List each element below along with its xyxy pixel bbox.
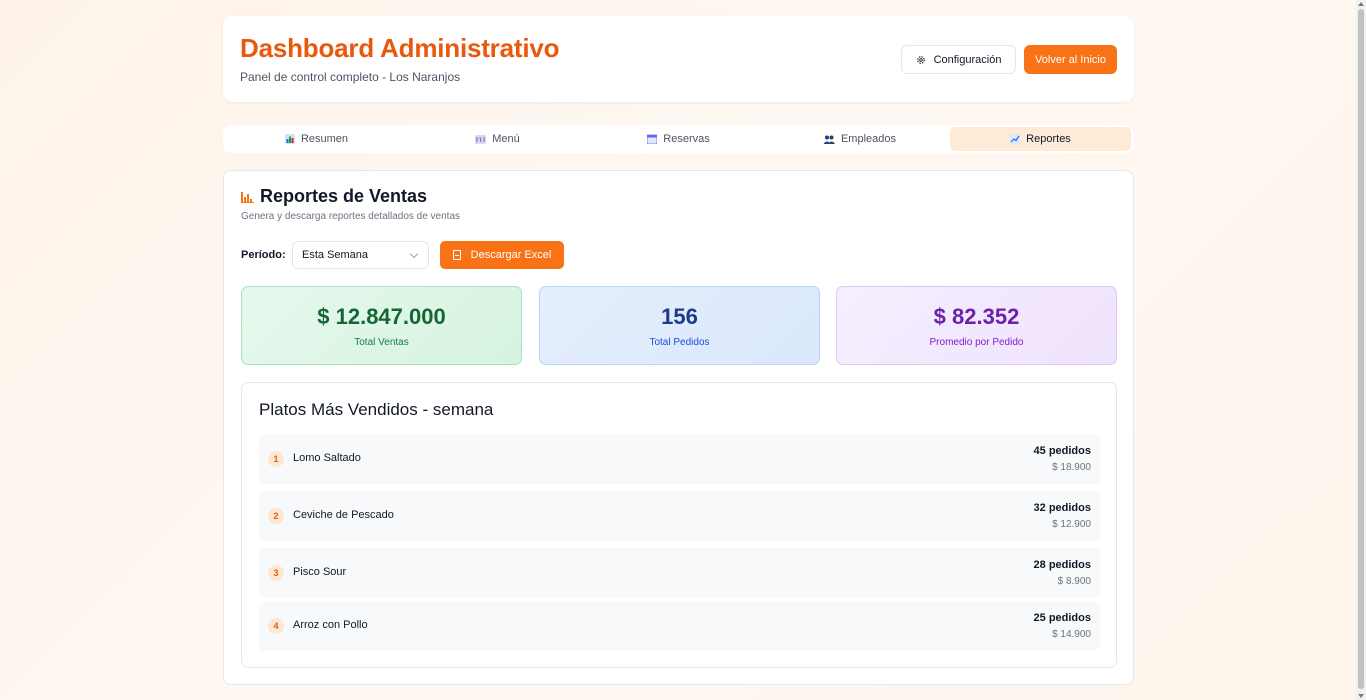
reports-description: Genera y descarga reportes detallados de… <box>241 211 461 222</box>
tab-reportes[interactable]: Reportes <box>950 127 1131 151</box>
list-item: 2 Ceviche de Pescado 32 pedidos $ 12.900 <box>259 491 1100 541</box>
tab-resumen[interactable]: Resumen <box>226 127 407 151</box>
rank-badge: 2 <box>268 508 284 524</box>
stat-label: Total Pedidos <box>649 336 710 348</box>
dish-name: Ceviche de Pescado <box>293 509 394 521</box>
home-button[interactable]: Volver al Inicio <box>1024 45 1117 74</box>
stat-label: Total Ventas <box>354 336 409 348</box>
bar-chart-icon <box>284 134 295 144</box>
download-excel-button[interactable]: Descargar Excel <box>440 241 564 269</box>
list-item: 1 Lomo Saltado 45 pedidos $ 18.900 <box>259 434 1100 484</box>
config-button-label: Configuración <box>933 53 1002 66</box>
header-card: Dashboard Administrativo Panel de contro… <box>223 16 1134 102</box>
dish-amount: $ 18.900 <box>1052 462 1091 473</box>
period-label: Período: <box>241 249 286 261</box>
tab-label: Resumen <box>300 133 349 145</box>
stat-value: $ 82.352 <box>933 303 1020 329</box>
config-button[interactable]: Configuración <box>901 45 1016 74</box>
reports-panel: Reportes de Ventas Genera y descarga rep… <box>223 170 1134 685</box>
dish-orders: 32 pedidos <box>1033 502 1091 514</box>
rank-badge: 1 <box>268 451 284 467</box>
reports-title: Reportes de Ventas <box>241 186 427 207</box>
dish-name: Pisco Sour <box>293 566 347 578</box>
stat-value: $ 12.847.000 <box>317 303 446 329</box>
dish-amount: $ 8.900 <box>1057 576 1091 587</box>
menu-icon <box>475 134 487 144</box>
dish-orders: 28 pedidos <box>1033 559 1091 571</box>
tab-label: Reportes <box>1026 133 1071 145</box>
dish-orders: 25 pedidos <box>1033 612 1091 624</box>
tab-label: Menú <box>492 133 520 145</box>
tab-label: Reservas <box>663 133 710 145</box>
dashboard-container: Dashboard Administrativo Panel de contro… <box>223 16 1134 685</box>
tab-reservas[interactable]: Reservas <box>588 127 769 151</box>
dish-name: Arroz con Pollo <box>293 619 368 631</box>
stat-label: Promedio por Pedido <box>929 336 1024 348</box>
dish-amount: $ 14.900 <box>1052 629 1091 640</box>
reports-title-text: Reportes de Ventas <box>260 186 428 206</box>
top-dishes-title: Platos Más Vendidos - semana <box>259 400 494 419</box>
trend-chart-icon <box>1010 134 1021 144</box>
stat-card-total-orders: 156 Total Pedidos <box>539 286 820 365</box>
scroll-up-arrow-icon[interactable] <box>1358 2 1364 6</box>
stat-card-total-sales: $ 12.847.000 Total Ventas <box>241 286 522 365</box>
people-icon <box>823 135 835 144</box>
file-icon <box>452 250 461 260</box>
stat-card-average-order: $ 82.352 Promedio por Pedido <box>836 286 1117 365</box>
rank-badge: 3 <box>268 565 284 581</box>
page-title: Dashboard Administrativo <box>240 33 560 63</box>
top-dishes-card: Platos Más Vendidos - semana 1 Lomo Salt… <box>241 382 1117 668</box>
dish-name: Lomo Saltado <box>293 452 361 464</box>
gear-icon <box>916 55 925 64</box>
list-item: 4 Arroz con Pollo 25 pedidos $ 14.900 <box>259 601 1100 651</box>
bar-chart-icon <box>241 190 254 203</box>
tab-bar: Resumen Menú Reservas Empleados Reportes <box>223 125 1134 153</box>
dish-orders: 45 pedidos <box>1033 445 1091 457</box>
stat-value: 156 <box>661 303 698 329</box>
scroll-down-arrow-icon[interactable] <box>1358 694 1364 698</box>
period-select[interactable]: Esta Semana <box>292 241 429 269</box>
list-item: 3 Pisco Sour 28 pedidos $ 8.900 <box>259 548 1100 598</box>
chevron-down-icon <box>409 249 419 259</box>
rank-badge: 4 <box>268 618 284 634</box>
period-select-value: Esta Semana <box>302 249 369 261</box>
tab-menu[interactable]: Menú <box>407 127 588 151</box>
page-subtitle: Panel de control completo - Los Naranjos <box>240 70 461 84</box>
dish-amount: $ 12.900 <box>1052 519 1091 530</box>
download-excel-label: Descargar Excel <box>470 249 552 261</box>
tab-label: Empleados <box>840 133 897 145</box>
calendar-icon <box>647 134 658 144</box>
tab-empleados[interactable]: Empleados <box>769 127 950 151</box>
vertical-scrollbar[interactable] <box>1356 0 1366 700</box>
scrollbar-thumb[interactable] <box>1358 9 1364 689</box>
